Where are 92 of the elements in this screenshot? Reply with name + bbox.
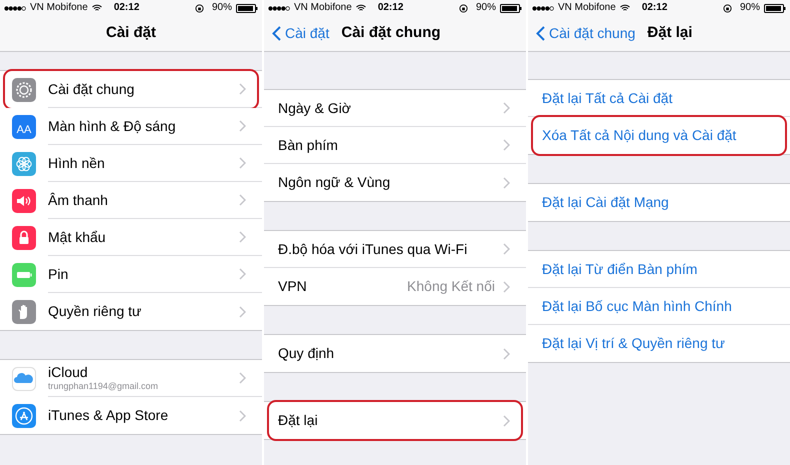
carrier-name: VN Mobifone (558, 3, 616, 13)
settings-row[interactable]: Mật khẩu (0, 219, 262, 256)
signal-icon (268, 6, 290, 10)
chevron-icon (503, 348, 510, 360)
chevron-icon (239, 231, 246, 243)
settings-row[interactable]: Pin (0, 256, 262, 293)
row-value: Không Kết nối (407, 277, 495, 296)
settings-row[interactable]: Đặt lại Bố cục Màn hình Chính (528, 288, 790, 325)
row-label: iCloud (48, 364, 89, 381)
settings-row[interactable]: Đặt lại Vị trí & Quyền riêng tư (528, 325, 790, 362)
chevron-icon (239, 157, 246, 169)
settings-row[interactable]: Bàn phím (264, 127, 526, 164)
cloud-icon (12, 366, 36, 390)
text-size-icon: AA (12, 114, 36, 138)
screen-title: Đặt lại (647, 23, 692, 44)
settings-row[interactable]: Âm thanh (0, 182, 262, 219)
row-label: Đặt lại Bố cục Màn hình Chính (542, 298, 733, 314)
settings-row[interactable]: Đặt lại Tất cả Cài đặt (528, 80, 790, 117)
signal-icon (4, 6, 26, 10)
chevron-icon (503, 102, 510, 114)
row-label: Xóa Tất cả Nội dung và Cài đặt (542, 127, 738, 144)
settings-row[interactable]: Ngày & Giờ (264, 90, 526, 127)
chevron-icon (239, 194, 246, 206)
battery-level-icon (500, 4, 522, 12)
settings-row[interactable]: Đặt lại Từ điển Bàn phím (528, 251, 790, 288)
chevron-icon (503, 139, 510, 151)
clock-time: 02:12 (114, 3, 140, 13)
battery-percent: 90% (740, 3, 760, 13)
row-label: Đặt lại Vị trí & Quyền riêng tư (542, 335, 726, 352)
row-label: VPN (278, 278, 308, 295)
settings-row[interactable]: Ngôn ngữ & Vùng (264, 164, 526, 201)
row-label: Quy định (278, 345, 336, 362)
settings-row[interactable]: Xóa Tất cả Nội dung và Cài đặt (528, 117, 790, 154)
battery-percent: 90% (212, 3, 232, 13)
settings-row[interactable]: Đặt lại Cài đặt Mạng (528, 184, 790, 221)
battery-level-icon (764, 4, 786, 12)
chevron-icon (239, 268, 246, 280)
chevron-icon (239, 372, 246, 384)
settings-row[interactable]: iTunes & App Store (0, 397, 262, 434)
rotation-lock-icon (722, 4, 732, 12)
wifi-icon (620, 4, 630, 12)
settings-row[interactable]: Hình nền (0, 145, 262, 182)
screen-title: Cài đặt chung (341, 23, 441, 44)
row-label: Màn hình & Độ sáng (48, 118, 177, 134)
rotation-lock-icon (194, 4, 204, 12)
chevron-icon (503, 414, 510, 426)
settings-row[interactable]: Cài đặt chung (0, 71, 262, 108)
chevron-icon (503, 243, 510, 255)
settings-row[interactable]: Quy định (264, 335, 526, 372)
back-button[interactable]: Cài đặt chung (536, 23, 636, 44)
row-label: Đặt lại Tất cả Cài đặt (542, 90, 674, 106)
battery-level-icon (236, 4, 258, 12)
settings-row[interactable]: Quyền riêng tư (0, 293, 262, 330)
row-label: Cài đặt chung (48, 80, 136, 98)
row-label: Ngày & Giờ (278, 100, 352, 116)
row-label: Bàn phím (278, 136, 339, 154)
row-label: Ngôn ngữ & Vùng (278, 174, 392, 191)
back-chevron-icon (272, 26, 281, 41)
row-label: Đặt lại (278, 412, 319, 429)
carrier-name: VN Mobifone (294, 3, 352, 13)
row-subtitle: trungphan1194@gmail.com (48, 381, 160, 392)
row-label: Đ.bộ hóa với iTunes qua Wi-Fi (278, 240, 468, 258)
settings-row[interactable]: AA Màn hình & Độ sáng (0, 108, 262, 145)
chevron-icon (503, 280, 510, 292)
row-label: Quyền riêng tư (48, 303, 142, 320)
row-label: Mật khẩu (48, 228, 107, 246)
row-label: iTunes & App Store (48, 407, 170, 424)
row-label: Âm thanh (48, 192, 109, 208)
signal-icon (532, 6, 554, 10)
settings-row[interactable]: Đặt lại (264, 402, 526, 439)
settings-row[interactable]: Đ.bộ hóa với iTunes qua Wi-Fi (264, 231, 526, 268)
chevron-icon (239, 410, 246, 422)
row-label: Đặt lại Cài đặt Mạng (542, 194, 670, 211)
rotation-lock-icon (458, 4, 468, 12)
carrier-name: VN Mobifone (30, 3, 88, 13)
settings-row[interactable]: iCloud trungphan1194@gmail.com (0, 360, 262, 397)
row-label: Hình nền (48, 154, 106, 172)
clock-time: 02:12 (642, 3, 668, 13)
battery-percent: 90% (476, 3, 496, 13)
wifi-icon (92, 4, 102, 12)
chevron-icon (239, 83, 246, 95)
wifi-icon (356, 4, 366, 12)
clock-time: 02:12 (378, 3, 404, 13)
row-label: Pin (48, 266, 70, 282)
chevron-icon (239, 120, 246, 132)
row-label: Đặt lại Từ điển Bàn phím (542, 260, 698, 278)
settings-row[interactable]: VPN Không Kết nối (264, 268, 526, 305)
chevron-icon (503, 176, 510, 188)
back-chevron-icon (536, 26, 545, 41)
screen-title: Cài đặt (106, 23, 156, 44)
chevron-icon (239, 306, 246, 318)
back-button[interactable]: Cài đặt (272, 23, 330, 44)
